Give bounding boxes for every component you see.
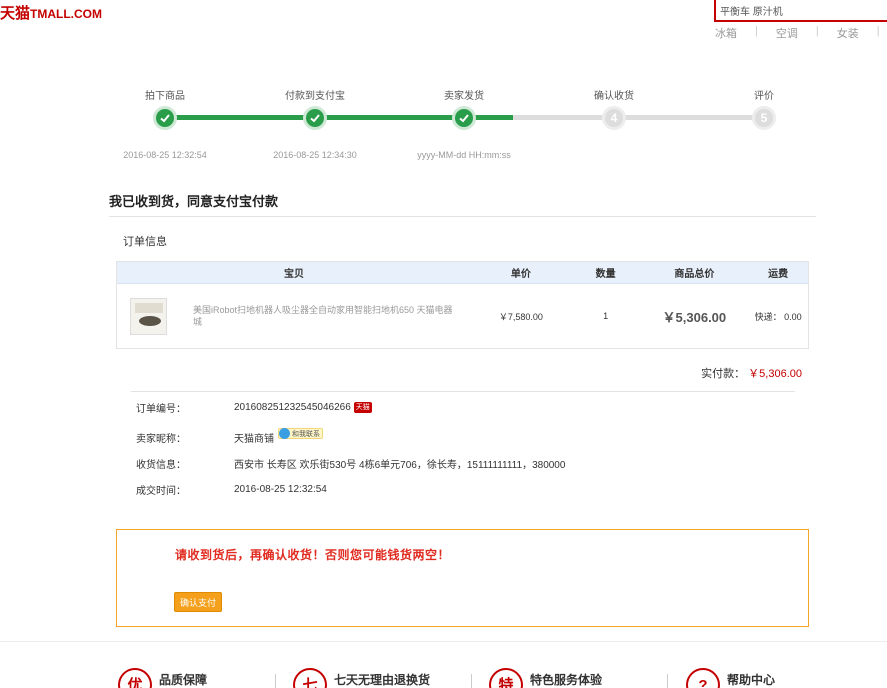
special-service-icon: 特: [489, 668, 523, 688]
warning-text: 请收到货后，再确认收货！否则您可能钱货两空！: [175, 548, 451, 562]
page-title: 我已收到货，同意支付宝付款: [109, 194, 279, 209]
seller-label: 卖家昵称：: [136, 434, 186, 445]
step-time: 2016-08-25 12:34:30: [273, 150, 357, 160]
tmall-logo[interactable]: 天猫 TMALL.COM: [0, 2, 102, 23]
step-time: yyyy-MM-dd HH:mm:ss: [417, 150, 511, 160]
seller-name: 天猫商铺: [234, 434, 274, 445]
step-paid: 付款到支付宝 2016-08-25 12:34:30: [260, 90, 370, 160]
seven-day-icon: 七: [293, 668, 327, 688]
product-cell: 美国iRobot扫地机器人吸尘器全自动家用智能扫地机650 天猫电器城: [117, 297, 471, 335]
footer-title: 七天无理由退换货: [334, 673, 431, 687]
thumb-box: [135, 302, 163, 313]
footer-title: 品质保障: [159, 673, 208, 687]
table-header: 宝贝 单价 数量 商品总价 运费: [117, 262, 808, 284]
step-received: 确认收货 4: [559, 90, 669, 150]
column-header: 宝贝: [283, 269, 304, 280]
footer-title: 帮助中心: [727, 673, 776, 687]
divider: [131, 391, 795, 392]
column-header: 数量: [595, 269, 616, 280]
tmall-badge: 天猫: [353, 402, 372, 413]
confirm-payment-button[interactable]: 确认支付: [174, 592, 222, 612]
order-number-label: 订单编号：: [136, 404, 186, 415]
footer-return[interactable]: 七 七天无理由退换货: [293, 668, 430, 688]
footer-help[interactable]: ? 帮助中心: [686, 668, 775, 688]
step-ordered: 拍下商品 2016-08-25 12:32:54: [110, 90, 220, 160]
step-label: 评价: [754, 91, 774, 102]
contact-label: 和我联系: [292, 430, 320, 438]
column-header: 运费: [768, 269, 789, 280]
deal-time-label: 成交时间：: [136, 486, 186, 497]
search-input[interactable]: [716, 0, 887, 20]
step-label: 确认收货: [594, 91, 634, 102]
total-price: ￥5,306.00: [662, 309, 727, 325]
seller-row: 卖家昵称： 天猫商铺 和我联系: [136, 428, 323, 445]
order-info-title: 订单信息: [123, 236, 167, 248]
deal-time-row: 成交时间： 2016-08-25 12:32:54: [136, 482, 327, 497]
divider: [667, 674, 668, 688]
step-review: 评价 5: [709, 90, 819, 150]
unit-price: ￥7,580.00: [498, 311, 543, 322]
order-number: 20160825123254504626​6: [234, 402, 351, 413]
confirm-warning-box: 请收到货后，再确认收货！否则您可能钱货两空！ 确认支付: [116, 529, 809, 627]
logo-cn: 天猫: [0, 5, 31, 22]
divider: [0, 641, 887, 642]
contact-seller-button[interactable]: 和我联系: [278, 428, 323, 439]
paid-amount: ￥5,306.00: [748, 368, 802, 380]
step-time: 2016-08-25 12:32:54: [123, 150, 207, 160]
hot-link-women[interactable]: 女装: [837, 25, 859, 41]
paid-label: 实付款：: [701, 368, 746, 380]
hot-links: 冰箱 | 空调 | 女装 | 男: [715, 25, 887, 41]
check-icon: [303, 106, 327, 130]
product-name-link[interactable]: 美国iRobot扫地机器人吸尘器全自动家用智能扫地机650 天猫电器城: [193, 304, 453, 328]
step-number: 4: [602, 106, 626, 130]
step-label: 拍下商品: [145, 91, 185, 102]
footer-title: 特色服务体验: [530, 673, 603, 687]
paid-amount-row: 实付款： ￥5,306.00: [701, 365, 802, 381]
shipping-fee: 快递： 0.00: [754, 311, 802, 322]
search-box[interactable]: [714, 0, 887, 22]
divider: [275, 674, 276, 688]
check-icon: [153, 106, 177, 130]
help-icon: ?: [686, 668, 720, 688]
deal-time-value: 2016-08-25 12:32:54: [234, 484, 327, 495]
footer-quality[interactable]: 优 品质保障: [118, 668, 207, 688]
footer-special[interactable]: 特 特色服务体验: [489, 668, 602, 688]
divider: |: [815, 25, 819, 37]
quantity: 1: [603, 311, 609, 321]
order-table: 宝贝 单价 数量 商品总价 运费 美国iRobot扫地机器人吸尘器全自动家用智能…: [116, 261, 809, 349]
hot-link-ac[interactable]: 空调: [776, 25, 798, 41]
check-icon: [452, 106, 476, 130]
step-shipped: 卖家发货 yyyy-MM-dd HH:mm:ss: [409, 90, 519, 160]
logo-en: TMALL.COM: [30, 7, 102, 21]
quality-icon: 优: [118, 668, 152, 688]
order-progress: 拍下商品 2016-08-25 12:32:54 付款到支付宝 2016-08-…: [110, 90, 830, 170]
address-value: 西安市 长寿区 欢乐街530号 4栋6单元706，徐长寿，15111111111…: [234, 460, 566, 471]
divider: |: [755, 25, 758, 37]
divider: [109, 216, 816, 217]
divider: |: [876, 25, 880, 37]
address-label: 收货信息：: [136, 460, 186, 471]
step-label: 付款到支付宝: [285, 91, 345, 102]
step-label: 卖家发货: [444, 91, 484, 102]
hot-link-fridge[interactable]: 冰箱: [715, 25, 737, 41]
column-header: 单价: [510, 269, 531, 280]
address-row: 收货信息： 西安市 长寿区 欢乐街530号 4栋6单元706，徐长寿，15111…: [136, 456, 565, 471]
chat-icon: [279, 428, 290, 439]
step-number: 5: [752, 106, 776, 130]
table-row: 美国iRobot扫地机器人吸尘器全自动家用智能扫地机650 天猫电器城 ￥7,5…: [117, 284, 808, 348]
column-header: 商品总价: [674, 269, 715, 280]
divider: [471, 674, 472, 688]
order-number-row: 订单编号： 20160825123254504626​6 天猫: [136, 400, 372, 415]
thumb-robot: [139, 315, 161, 326]
product-thumbnail[interactable]: [130, 297, 167, 335]
